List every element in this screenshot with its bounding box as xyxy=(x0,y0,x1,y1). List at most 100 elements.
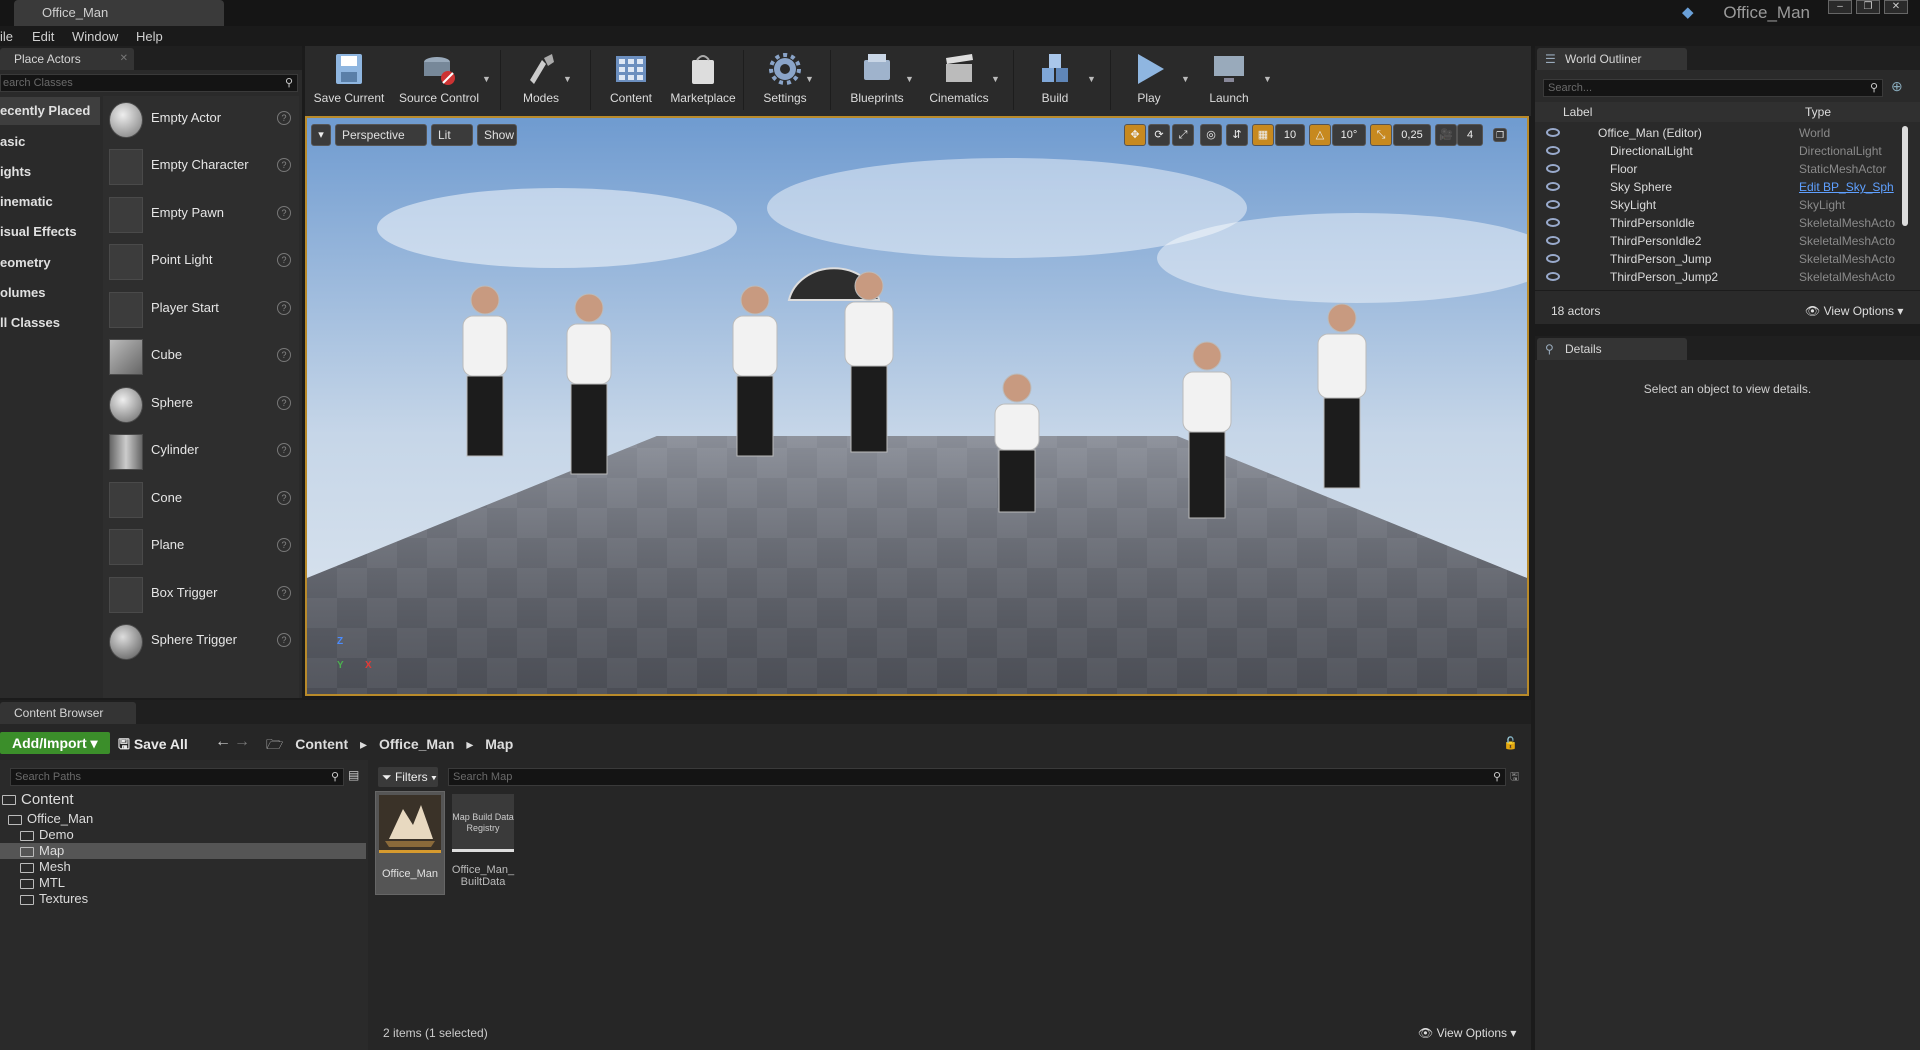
menu-help[interactable]: Help xyxy=(136,29,163,44)
asset-tile-office-man[interactable]: Office_Man xyxy=(375,791,445,895)
camera-speed-icon[interactable]: 🎥 xyxy=(1435,124,1457,146)
category-geometry[interactable]: eometry xyxy=(0,249,100,277)
outliner-row[interactable]: Floor StaticMeshActor xyxy=(1542,160,1912,178)
add-import-button[interactable]: Add/Import ▾ xyxy=(0,732,110,754)
visibility-eye-icon[interactable] xyxy=(1546,164,1560,173)
launch-button[interactable]: Launch xyxy=(1193,46,1265,114)
actor-item-box-trigger[interactable]: Box Trigger? xyxy=(103,571,299,618)
tree-item-mesh[interactable]: Mesh xyxy=(20,859,71,875)
cinematics-button[interactable]: Cinematics xyxy=(917,46,1001,114)
back-arrow-icon[interactable]: ← xyxy=(215,733,231,751)
place-actors-tab[interactable]: Place Actors ✕ xyxy=(0,48,134,70)
actor-item-empty-pawn[interactable]: Empty Pawn? xyxy=(103,191,299,238)
visibility-eye-icon[interactable] xyxy=(1546,200,1560,209)
scale-snap-icon[interactable]: ⤡ xyxy=(1370,124,1392,146)
breadcrumb-office-man[interactable]: Office_Man xyxy=(379,736,454,752)
outliner-row[interactable]: ThirdPerson_Jump SkeletalMeshActo xyxy=(1542,250,1912,268)
visibility-eye-icon[interactable] xyxy=(1546,146,1560,155)
perspective-button[interactable]: Perspective xyxy=(335,124,427,146)
chevron-down-icon[interactable]: ▼ xyxy=(905,74,914,84)
scale-snap-value[interactable]: 0,25 xyxy=(1393,124,1431,146)
menu-window[interactable]: Window xyxy=(72,29,118,44)
forward-arrow-icon[interactable]: → xyxy=(234,733,250,751)
search-map-input[interactable]: Search Map ⚲ xyxy=(448,768,1506,786)
actor-item-empty-actor[interactable]: Empty Actor? xyxy=(103,96,299,143)
chevron-down-icon[interactable]: ▼ xyxy=(1087,74,1096,84)
save-search-icon[interactable]: 🖫 xyxy=(1510,768,1519,787)
content-browser-tab[interactable]: Content Browser xyxy=(0,702,136,724)
marketplace-button[interactable]: Marketplace xyxy=(661,46,745,114)
edit-blueprint-link[interactable]: Edit BP_Sky_Sph xyxy=(1799,178,1894,196)
tree-item-mtl[interactable]: MTL xyxy=(20,875,65,891)
lock-icon[interactable]: 🔓 xyxy=(1503,736,1518,750)
actor-item-sphere-trigger[interactable]: Sphere Trigger? xyxy=(103,618,299,665)
scale-icon[interactable]: ⤢ xyxy=(1172,124,1194,146)
help-icon[interactable]: ? xyxy=(277,443,291,457)
outliner-row[interactable]: SkyLight SkyLight xyxy=(1542,196,1912,214)
add-actor-icon[interactable]: ⊕ xyxy=(1891,78,1903,95)
actor-item-cylinder[interactable]: Cylinder? xyxy=(103,428,299,475)
category-recently-placed[interactable]: ecently Placed xyxy=(0,97,100,125)
actor-item-point-light[interactable]: Point Light? xyxy=(103,238,299,285)
help-icon[interactable]: ? xyxy=(277,491,291,505)
help-icon[interactable]: ? xyxy=(277,111,291,125)
lit-button[interactable]: Lit xyxy=(431,124,473,146)
visibility-eye-icon[interactable] xyxy=(1546,128,1560,137)
help-icon[interactable]: ? xyxy=(277,538,291,552)
rotation-snap-icon[interactable]: △ xyxy=(1309,124,1331,146)
column-type-header[interactable]: Type xyxy=(1805,105,1831,119)
help-icon[interactable]: ? xyxy=(277,396,291,410)
outliner-search-input[interactable]: Search... ⚲ xyxy=(1543,79,1883,97)
tree-item-demo[interactable]: Demo xyxy=(20,827,74,843)
help-icon[interactable]: ? xyxy=(277,301,291,315)
view-options-button[interactable]: 👁 View Options ▾ xyxy=(1418,1026,1516,1040)
chevron-down-icon[interactable]: ▼ xyxy=(805,74,814,84)
save-all-button[interactable]: 🖫 Save All xyxy=(118,734,188,758)
breadcrumb-map[interactable]: Map xyxy=(485,736,513,752)
chevron-down-icon[interactable]: ▼ xyxy=(991,74,1000,84)
outliner-row[interactable]: ThirdPersonIdle2 SkeletalMeshActo xyxy=(1542,232,1912,250)
help-icon[interactable]: ? xyxy=(277,206,291,220)
rotate-icon[interactable]: ⟳ xyxy=(1148,124,1170,146)
source-control-button[interactable]: Source Control xyxy=(393,46,485,114)
show-button[interactable]: Show xyxy=(477,124,517,146)
asset-tile-builtdata[interactable]: Map Build Data Registry Office_Man_ Buil… xyxy=(449,791,519,895)
viewport-menu-chevron-icon[interactable]: ▾ xyxy=(311,124,331,146)
search-paths-input[interactable]: Search Paths ⚲ xyxy=(10,768,344,786)
play-button[interactable]: Play xyxy=(1113,46,1185,114)
outliner-scrollbar[interactable] xyxy=(1902,126,1908,226)
help-icon[interactable]: ? xyxy=(277,253,291,267)
grid-snap-icon[interactable]: ▦ xyxy=(1252,124,1274,146)
tree-item-content[interactable]: Content xyxy=(2,792,74,808)
actor-item-plane[interactable]: Plane? xyxy=(103,523,299,570)
content-button[interactable]: Content xyxy=(595,46,667,114)
column-label-header[interactable]: Label xyxy=(1563,105,1592,119)
category-cinematic[interactable]: inematic xyxy=(0,188,100,216)
breadcrumb-content[interactable]: Content xyxy=(295,736,348,752)
tree-item-office-man[interactable]: Office_Man xyxy=(8,811,93,827)
chevron-down-icon[interactable]: ▼ xyxy=(1263,74,1272,84)
close-icon[interactable]: ✕ xyxy=(1884,0,1908,14)
visibility-eye-icon[interactable] xyxy=(1546,218,1560,227)
help-icon[interactable]: ? xyxy=(277,348,291,362)
outliner-row[interactable]: DirectionalLight DirectionalLight xyxy=(1542,142,1912,160)
category-volumes[interactable]: olumes xyxy=(0,279,100,307)
grid-snap-value[interactable]: 10 xyxy=(1275,124,1305,146)
outliner-row[interactable]: ThirdPerson_Jump2 SkeletalMeshActo xyxy=(1542,268,1912,286)
visibility-eye-icon[interactable] xyxy=(1546,272,1560,281)
chevron-down-icon[interactable]: ▼ xyxy=(563,74,572,84)
category-basic[interactable]: asic xyxy=(0,128,100,156)
category-visual-effects[interactable]: isual Effects xyxy=(0,218,100,246)
maximize-icon[interactable]: ❐ xyxy=(1856,0,1880,14)
tree-item-map[interactable]: Map xyxy=(0,843,366,859)
actor-item-cone[interactable]: Cone? xyxy=(103,476,299,523)
outliner-row[interactable]: Office_Man (Editor) World xyxy=(1542,124,1912,142)
outliner-row[interactable]: ThirdPersonIdle SkeletalMeshActo xyxy=(1542,214,1912,232)
chevron-down-icon[interactable]: ▼ xyxy=(1181,74,1190,84)
maximize-viewport-icon[interactable]: ❐ xyxy=(1493,128,1507,142)
visibility-eye-icon[interactable] xyxy=(1546,182,1560,191)
chevron-down-icon[interactable]: ▼ xyxy=(482,74,491,84)
save-current-button[interactable]: Save Current xyxy=(305,46,393,114)
camera-speed-value[interactable]: 4 xyxy=(1457,124,1483,146)
visibility-eye-icon[interactable] xyxy=(1546,254,1560,263)
